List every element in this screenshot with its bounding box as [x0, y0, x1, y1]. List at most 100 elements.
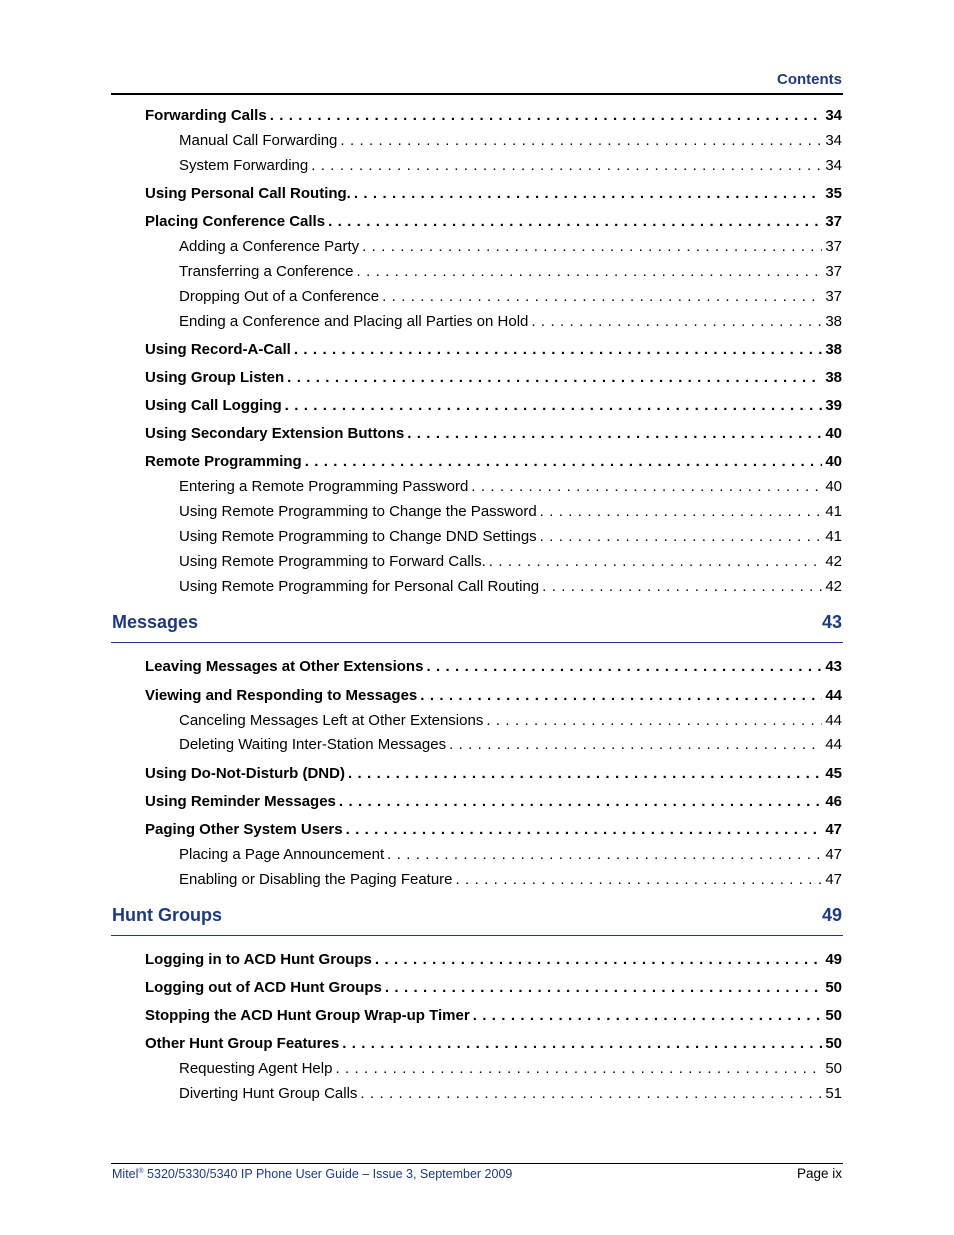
toc-entry[interactable]: Using Reminder Messages 46	[0, 793, 954, 813]
toc-entry-page[interactable]: 34	[822, 157, 842, 174]
toc-entry-page[interactable]: 47	[822, 821, 842, 838]
toc-entry-title[interactable]: Using Remote Programming to Forward Call…	[179, 553, 489, 570]
toc-entry-page[interactable]: 44	[822, 712, 842, 729]
toc-entry[interactable]: Using Call Logging 39	[0, 397, 954, 417]
toc-entry-title[interactable]: Using Remote Programming for Personal Ca…	[179, 578, 543, 595]
toc-entry-page[interactable]: 49	[822, 951, 842, 968]
toc-entry[interactable]: Viewing and Responding to Messages 44	[0, 687, 954, 707]
toc-entry[interactable]: Using Personal Call Routing. 35	[0, 185, 954, 205]
toc-entry-page[interactable]: 34	[822, 132, 842, 149]
toc-entry-title[interactable]: Placing a Page Announcement	[179, 846, 388, 863]
toc-entry-title[interactable]: Viewing and Responding to Messages	[145, 687, 421, 704]
toc-entry[interactable]: Ending a Conference and Placing all Part…	[0, 313, 954, 333]
toc-entry-title[interactable]: Using Remote Programming to Change the P…	[179, 503, 540, 520]
toc-entry-page[interactable]: 37	[822, 288, 842, 305]
toc-entry-page[interactable]: 41	[822, 503, 842, 520]
toc-entry-page[interactable]: 44	[822, 687, 842, 704]
toc-entry-title[interactable]: Entering a Remote Programming Password	[179, 478, 472, 495]
toc-entry-page[interactable]: 46	[822, 793, 842, 810]
toc-entry-title[interactable]: Logging in to ACD Hunt Groups	[145, 951, 375, 968]
toc-entry-page[interactable]: 38	[822, 313, 842, 330]
toc-entry-page[interactable]: 51	[822, 1085, 842, 1102]
toc-entry-page[interactable]: 44	[822, 736, 842, 753]
toc-entry-page[interactable]: 40	[822, 478, 842, 495]
toc-entry-title[interactable]: Placing Conference Calls	[145, 213, 329, 230]
toc-entry-page[interactable]: 47	[822, 871, 842, 888]
toc-entry-page[interactable]: 50	[822, 1035, 842, 1052]
toc-entry-title[interactable]: Deleting Waiting Inter-Station Messages	[179, 736, 450, 753]
toc-entry-title[interactable]: Canceling Messages Left at Other Extensi…	[179, 712, 487, 729]
toc-entry-title[interactable]: Requesting Agent Help	[179, 1060, 336, 1077]
toc-entry[interactable]: System Forwarding 34	[0, 157, 954, 177]
toc-entry-title[interactable]: Enabling or Disabling the Paging Feature	[179, 871, 456, 888]
toc-entry-title[interactable]: Paging Other System Users	[145, 821, 346, 838]
toc-entry[interactable]: Using Do-Not-Disturb (DND) 45	[0, 765, 954, 785]
toc-entry[interactable]: Paging Other System Users 47	[0, 821, 954, 841]
toc-entry-title[interactable]: Other Hunt Group Features	[145, 1035, 343, 1052]
toc-entry-page[interactable]: 42	[822, 553, 842, 570]
toc-entry[interactable]: Diverting Hunt Group Calls 51	[0, 1085, 954, 1105]
toc-entry-title[interactable]: Using Remote Programming to Change DND S…	[179, 528, 540, 545]
toc-entry[interactable]: Logging in to ACD Hunt Groups 49	[0, 951, 954, 971]
toc-entry[interactable]: Adding a Conference Party 37	[0, 238, 954, 258]
toc-entry[interactable]: Remote Programming 40	[0, 453, 954, 473]
toc-entry[interactable]: Using Secondary Extension Buttons 40	[0, 425, 954, 445]
toc-entry-title[interactable]: Transferring a Conference	[179, 263, 357, 280]
toc-entry[interactable]: Forwarding Calls 34	[0, 107, 954, 127]
toc-entry-page[interactable]: 50	[822, 979, 842, 996]
toc-entry-page[interactable]: 50	[822, 1060, 842, 1077]
chapter-title[interactable]: Messages	[112, 612, 198, 633]
toc-entry[interactable]: Transferring a Conference 37	[0, 263, 954, 283]
toc-entry[interactable]: Dropping Out of a Conference 37	[0, 288, 954, 308]
toc-entry-title[interactable]: System Forwarding	[179, 157, 312, 174]
toc-entry[interactable]: Entering a Remote Programming Password 40	[0, 478, 954, 498]
toc-entry[interactable]: Using Remote Programming to Change DND S…	[0, 528, 954, 548]
toc-entry[interactable]: Using Remote Programming to Change the P…	[0, 503, 954, 523]
toc-entry[interactable]: Enabling or Disabling the Paging Feature…	[0, 871, 954, 891]
toc-entry-title[interactable]: Diverting Hunt Group Calls	[179, 1085, 361, 1102]
toc-entry[interactable]: Requesting Agent Help 50	[0, 1060, 954, 1080]
toc-entry[interactable]: Using Remote Programming for Personal Ca…	[0, 578, 954, 598]
toc-entry-title[interactable]: Using Personal Call Routing.	[145, 185, 354, 202]
toc-entry[interactable]: Placing a Page Announcement 47	[0, 846, 954, 866]
chapter-title[interactable]: Hunt Groups	[112, 905, 222, 926]
toc-entry-title[interactable]: Leaving Messages at Other Extensions	[145, 658, 427, 675]
toc-entry-title[interactable]: Manual Call Forwarding	[179, 132, 341, 149]
toc-entry-page[interactable]: 37	[822, 263, 842, 280]
toc-entry-page[interactable]: 40	[822, 453, 842, 470]
toc-entry[interactable]: Using Group Listen 38	[0, 369, 954, 389]
toc-entry[interactable]: Deleting Waiting Inter-Station Messages 4…	[0, 736, 954, 756]
toc-entry-title[interactable]: Using Do-Not-Disturb (DND)	[145, 765, 348, 782]
toc-entry-title[interactable]: Using Secondary Extension Buttons	[145, 425, 408, 442]
toc-entry-page[interactable]: 47	[822, 846, 842, 863]
toc-entry[interactable]: Placing Conference Calls 37	[0, 213, 954, 233]
toc-entry-page[interactable]: 42	[822, 578, 842, 595]
toc-entry[interactable]: Leaving Messages at Other Extensions 43	[0, 658, 954, 678]
toc-entry-page[interactable]: 50	[822, 1007, 842, 1024]
toc-entry[interactable]: Canceling Messages Left at Other Extensi…	[0, 712, 954, 732]
toc-entry-title[interactable]: Remote Programming	[145, 453, 305, 470]
toc-entry-page[interactable]: 40	[822, 425, 842, 442]
toc-entry-page[interactable]: 37	[822, 213, 842, 230]
toc-entry-page[interactable]: 39	[822, 397, 842, 414]
toc-entry[interactable]: Using Record-A-Call 38	[0, 341, 954, 361]
toc-entry-page[interactable]: 41	[822, 528, 842, 545]
toc-entry-page[interactable]: 45	[822, 765, 842, 782]
toc-entry[interactable]: Stopping the ACD Hunt Group Wrap-up Time…	[0, 1007, 954, 1027]
toc-entry-title[interactable]: Logging out of ACD Hunt Groups	[145, 979, 385, 996]
toc-entry-title[interactable]: Adding a Conference Party	[179, 238, 363, 255]
toc-entry-page[interactable]: 35	[822, 185, 842, 202]
toc-entry-title[interactable]: Ending a Conference and Placing all Part…	[179, 313, 532, 330]
toc-entry-page[interactable]: 43	[822, 658, 842, 675]
toc-entry-page[interactable]: 34	[822, 107, 842, 124]
chapter-page[interactable]: 43	[822, 612, 842, 633]
toc-entry-title[interactable]: Using Record-A-Call	[145, 341, 294, 358]
toc-entry-page[interactable]: 37	[822, 238, 842, 255]
toc-entry-title[interactable]: Forwarding Calls	[145, 107, 270, 124]
toc-entry-title[interactable]: Using Reminder Messages	[145, 793, 339, 810]
toc-entry-title[interactable]: Using Group Listen	[145, 369, 288, 386]
toc-entry[interactable]: Other Hunt Group Features 50	[0, 1035, 954, 1055]
toc-entry-title[interactable]: Stopping the ACD Hunt Group Wrap-up Time…	[145, 1007, 473, 1024]
toc-entry-title[interactable]: Dropping Out of a Conference	[179, 288, 383, 305]
chapter-heading[interactable]: Hunt Groups 49	[112, 905, 842, 926]
